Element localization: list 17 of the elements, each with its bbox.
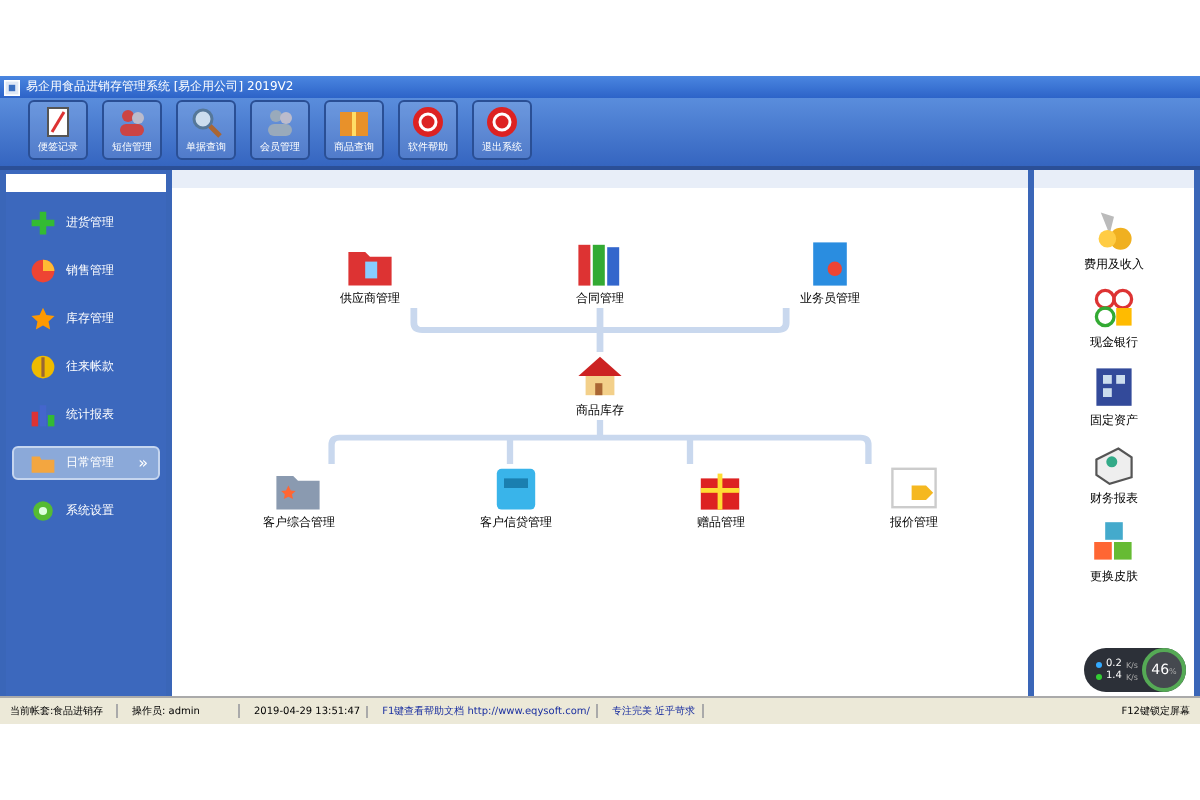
tag-icon <box>889 464 938 512</box>
bars-icon <box>30 402 56 428</box>
house-icon <box>576 352 624 400</box>
app-icon <box>4 79 20 95</box>
people-icon <box>116 106 148 138</box>
notepad-icon <box>42 106 74 138</box>
building-icon <box>1092 364 1136 408</box>
people-icon <box>264 106 296 138</box>
box-icon <box>338 106 370 138</box>
cubes-icon <box>1092 520 1136 564</box>
cabinet-icon <box>491 464 540 512</box>
plus-icon <box>30 210 56 236</box>
binders-icon <box>576 240 624 288</box>
star-icon <box>30 306 56 332</box>
chevron-icon: » <box>138 454 148 472</box>
search-icon <box>190 106 222 138</box>
pie-icon <box>30 258 56 284</box>
